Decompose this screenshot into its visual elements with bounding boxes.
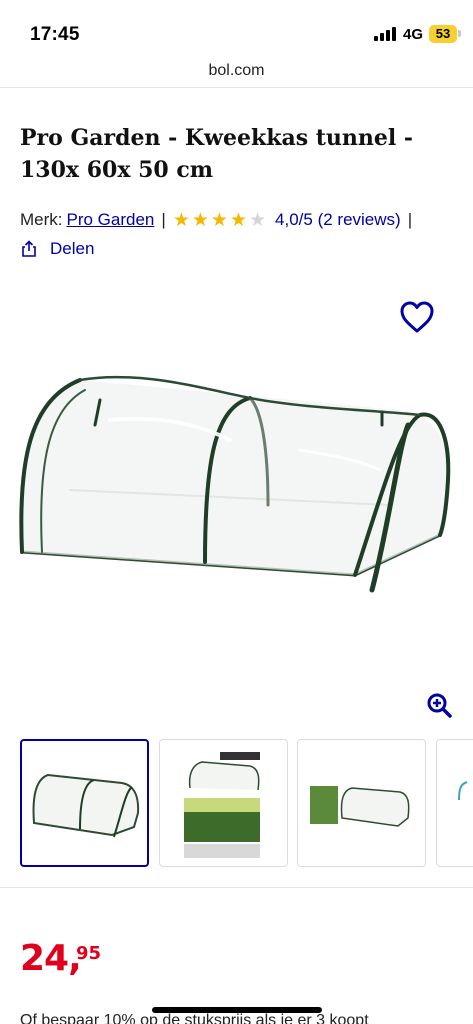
- status-time: 17:45: [30, 24, 80, 45]
- thumbnail-strip[interactable]: [20, 739, 473, 867]
- url-text: bol.com: [208, 62, 265, 79]
- thumbnail-4[interactable]: [436, 739, 473, 867]
- separator: |: [161, 210, 166, 229]
- home-indicator: [152, 1007, 322, 1013]
- address-bar[interactable]: bol.com: [0, 60, 473, 88]
- price: 24, 95: [20, 938, 101, 979]
- thumbnail-image: [32, 773, 140, 838]
- reviews-link[interactable]: 4,0/5 (2 reviews): [275, 210, 401, 230]
- star-icon: ★: [249, 209, 267, 231]
- share-icon: [22, 240, 36, 257]
- thumbnail-image: [310, 786, 410, 827]
- product-image[interactable]: [0, 290, 473, 730]
- battery-icon: 53: [429, 25, 457, 43]
- promo-text: Of bespaar 10% op de stuksprijs als je e…: [20, 1012, 369, 1024]
- thumbnail-image: [458, 781, 468, 801]
- heart-outline-icon[interactable]: [399, 300, 435, 334]
- zoom-in-icon[interactable]: [426, 692, 452, 718]
- brand-label: Merk:: [20, 210, 63, 229]
- thumbnail-2[interactable]: [159, 739, 288, 867]
- star-icon: ★: [191, 209, 209, 231]
- price-fraction: 95: [76, 943, 102, 964]
- network-type: 4G: [403, 26, 424, 43]
- brand-link[interactable]: Pro Garden: [67, 210, 155, 230]
- status-bar: 17:45 4G 53: [0, 0, 473, 60]
- signal-icon: [374, 27, 396, 41]
- product-meta-row: Merk: Pro Garden | ★ ★ ★ ★ ★ 4,0/5 (2 review…: [20, 207, 419, 233]
- share-button[interactable]: Delen: [20, 237, 94, 261]
- thumbnail-1[interactable]: [20, 739, 149, 867]
- battery-nub: [458, 30, 461, 37]
- thumbnail-image: [184, 752, 260, 858]
- price-whole: 24,: [20, 938, 82, 979]
- star-icon: ★: [172, 209, 190, 231]
- thumbnail-3[interactable]: [297, 739, 426, 867]
- rating-stars[interactable]: ★ ★ ★ ★ ★: [173, 211, 266, 230]
- share-label: Delen: [50, 239, 95, 258]
- star-icon: ★: [229, 209, 247, 231]
- separator: |: [407, 210, 413, 229]
- product-title: Pro Garden - Kweekkas tunnel - 130x 60x …: [20, 125, 414, 183]
- star-icon: ★: [210, 209, 228, 231]
- divider: [0, 887, 473, 888]
